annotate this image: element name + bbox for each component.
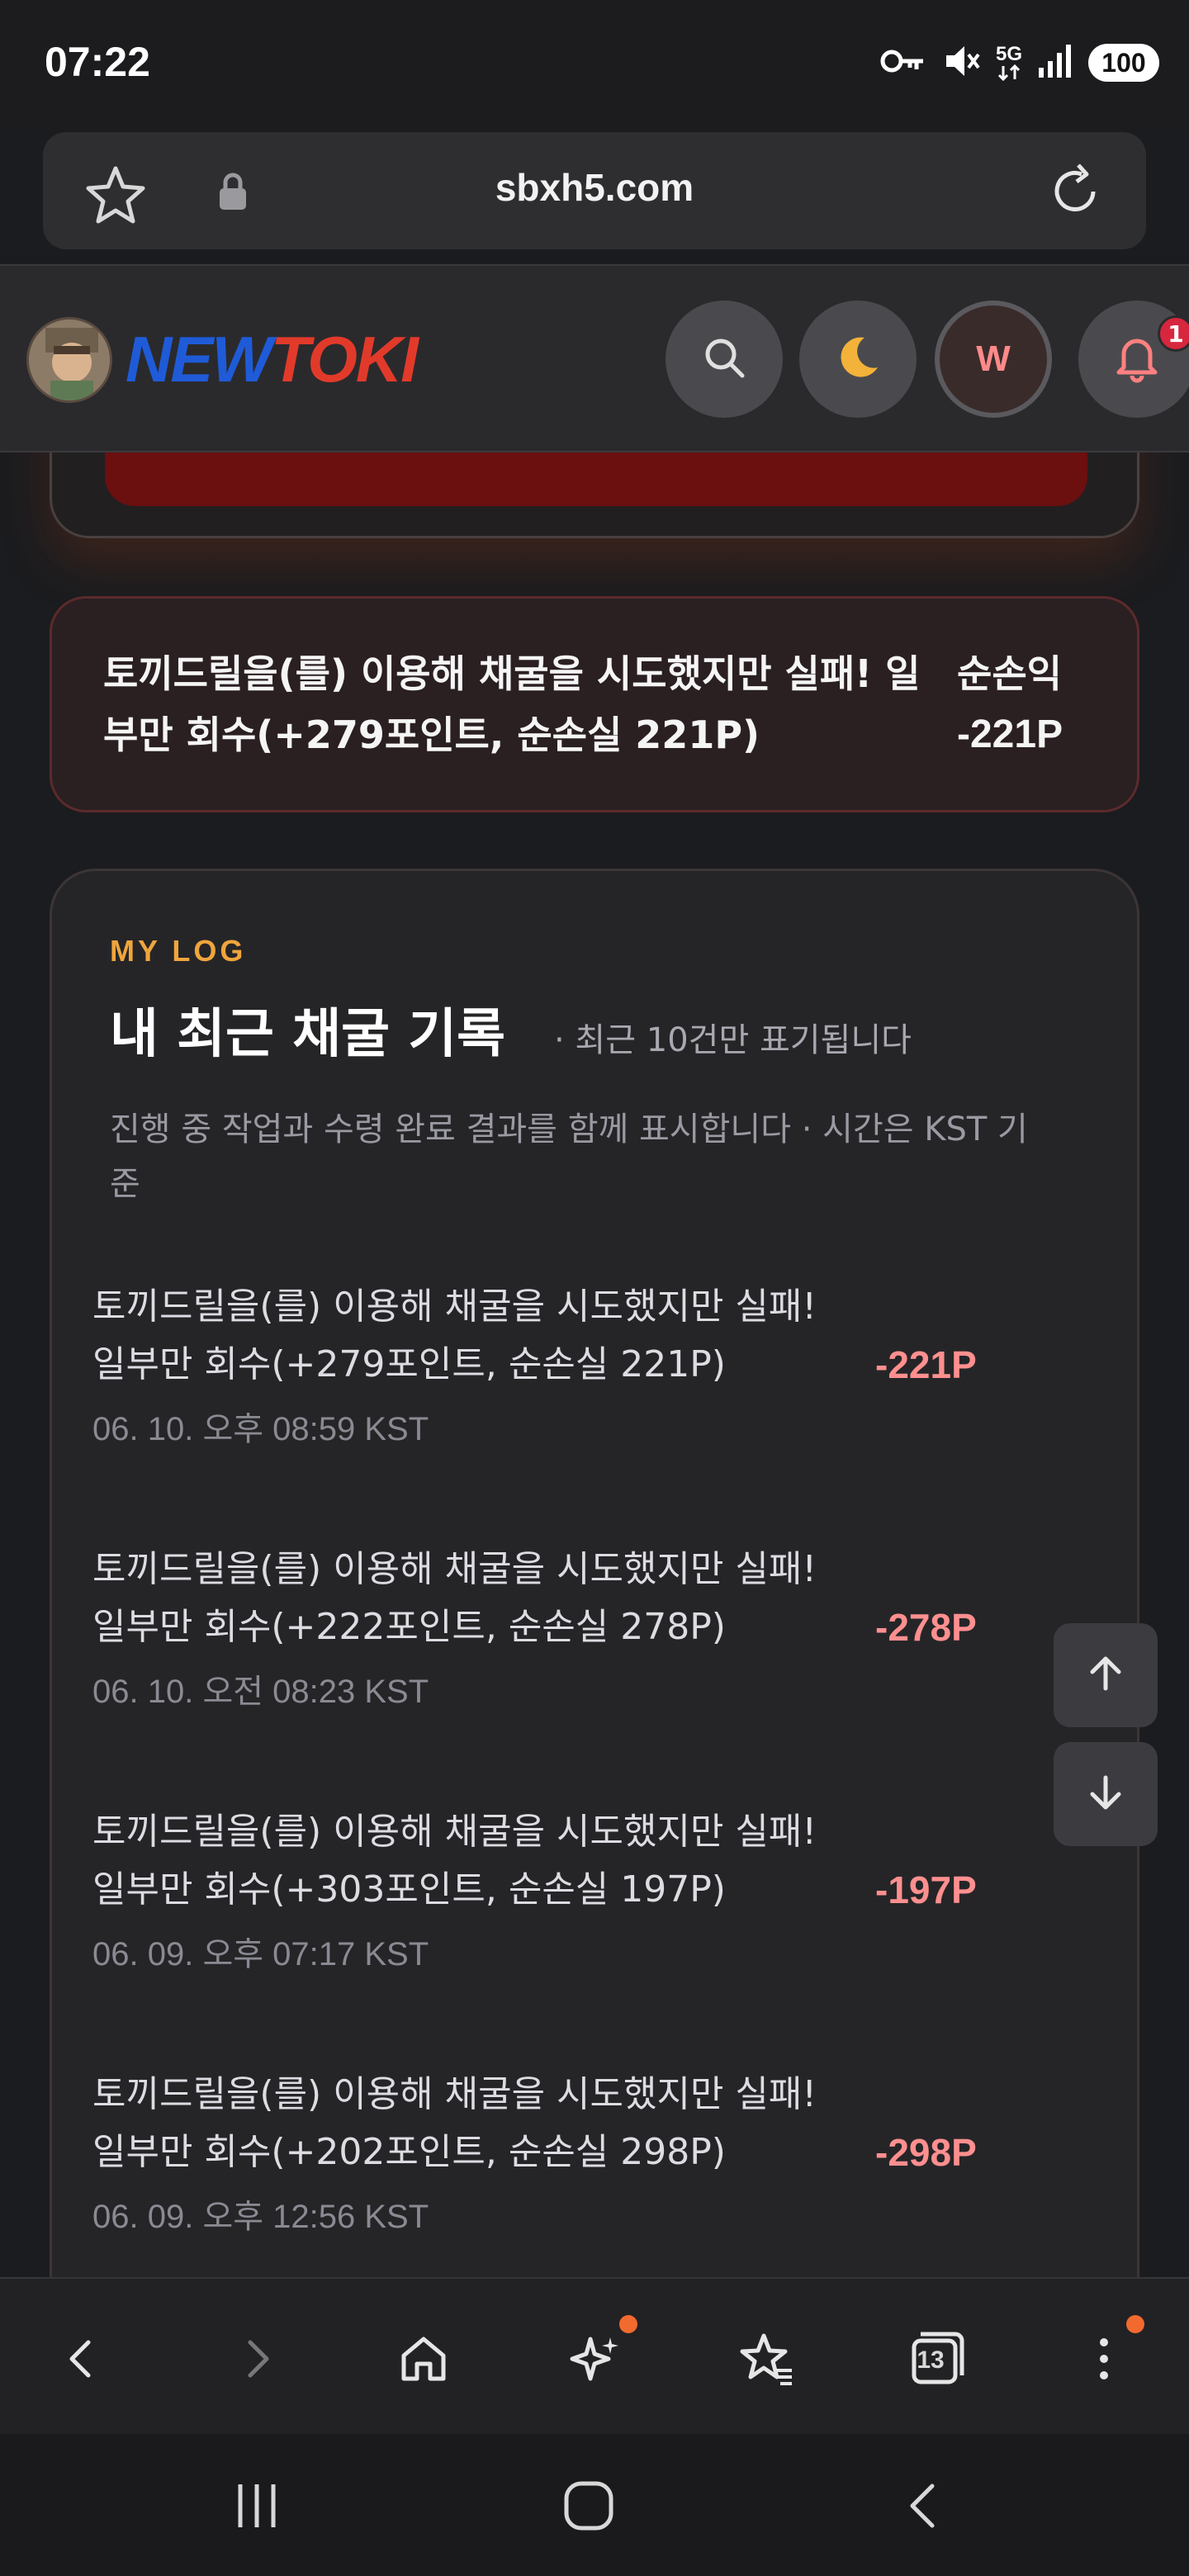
sparkle-icon[interactable] [558, 2315, 637, 2396]
logo-new: NEW [126, 323, 272, 395]
log-entry-time: 06. 10. 오후 08:59 KST [92, 1411, 429, 1447]
home-circle-icon[interactable] [552, 2469, 626, 2543]
search-button[interactable] [666, 301, 783, 418]
section-description: 진행 중 작업과 수령 완료 결과를 함께 표시합니다 · 시간은 KST 기준 [110, 1110, 1028, 1203]
section-subtitle: · 최근 10건만 표기됩니다 [554, 1021, 912, 1059]
status-bar: 07:22 5G 100 [0, 0, 1189, 132]
notification-dot [619, 2315, 637, 2333]
recents-icon[interactable] [220, 2469, 294, 2543]
scroll-bottom-button[interactable] [1054, 1742, 1158, 1846]
network-label: 5G [995, 43, 1022, 65]
log-entry-time: 06. 09. 오후 12:56 KST [92, 2199, 429, 2235]
log-entry-amount: -278P [875, 1606, 977, 1649]
result-alert: 토끼드릴을(를) 이용해 채굴을 시도했지만 실패! 일부만 회수(+279포인… [50, 596, 1139, 812]
logo-toki: TOKI [270, 323, 419, 395]
search-icon [699, 333, 749, 386]
log-entry-amount: -197P [875, 1868, 977, 1911]
status-time: 07:22 [45, 39, 150, 85]
browser-toolbar: 13 [0, 2277, 1189, 2434]
site-logo[interactable]: NEWTOKI [126, 322, 419, 397]
log-entry-time: 06. 10. 오전 08:23 KST [92, 1674, 429, 1710]
home-icon[interactable] [386, 2322, 461, 2396]
notification-badge: 1 [1158, 315, 1189, 352]
system-navigation [0, 2434, 1189, 2576]
5g-icon: 5G [996, 45, 1022, 81]
notification-dot [1126, 2315, 1144, 2333]
alert-label: 순손익 [957, 651, 1062, 696]
arrow-up-icon [1082, 1650, 1129, 1700]
log-entry-message: 토끼드릴을(를) 이용해 채굴을 시도했지만 실패! 일부만 회수(+279포인… [92, 1286, 817, 1385]
log-entry-message: 토끼드릴을(를) 이용해 채굴을 시도했지만 실패! 일부만 회수(+222포인… [92, 1548, 817, 1648]
arrow-down-icon [1082, 1769, 1129, 1819]
system-back-icon[interactable] [887, 2469, 961, 2543]
menu-icon[interactable] [1067, 2315, 1144, 2396]
avatar[interactable] [26, 317, 112, 403]
tab-count: 13 [917, 2346, 945, 2374]
url-bar[interactable]: sbxh5.com [43, 132, 1146, 249]
key-icon [880, 46, 926, 79]
battery-icon: 100 [1088, 44, 1159, 82]
alert-message: 토끼드릴을(를) 이용해 채굴을 시도했지만 실패! 일부만 회수(+279포인… [103, 651, 921, 757]
moon-icon [831, 331, 884, 387]
forward-icon[interactable] [220, 2322, 294, 2396]
log-entry-message: 토끼드릴을(를) 이용해 채굴을 시도했지만 실패! 일부만 회수(+303포인… [92, 1811, 817, 1911]
log-entry-amount: -221P [875, 1343, 977, 1386]
user-icon: W [976, 339, 1011, 379]
mute-icon [941, 41, 981, 84]
previous-card-bar [105, 448, 1087, 506]
log-entry-message: 토끼드릴을(를) 이용해 채굴을 시도했지만 실패! 일부만 회수(+202포인… [92, 2073, 817, 2173]
reload-icon[interactable] [1045, 162, 1105, 225]
tabs-icon[interactable]: 13 [898, 2322, 973, 2396]
section-eyebrow: MY LOG [110, 934, 247, 968]
section-title: 내 최근 채굴 기록 [110, 1004, 506, 1065]
scroll-top-button[interactable] [1054, 1623, 1158, 1727]
url-text[interactable]: sbxh5.com [43, 165, 1146, 210]
log-entry-time: 06. 09. 오후 07:17 KST [92, 1936, 429, 1972]
alert-amount: -221P [957, 713, 1063, 756]
log-entry-amount: -298P [875, 2131, 977, 2174]
notification-button[interactable]: 1 [1078, 301, 1189, 418]
theme-toggle-button[interactable] [799, 301, 917, 418]
signal-icon [1037, 43, 1073, 83]
bookmarks-icon[interactable] [730, 2322, 804, 2396]
bell-icon [1111, 331, 1163, 387]
site-header: NEWTOKI W 1 [0, 264, 1189, 452]
status-icons: 5G 100 [880, 41, 1159, 84]
user-menu-button[interactable]: W [935, 301, 1052, 418]
back-icon[interactable] [45, 2322, 119, 2396]
